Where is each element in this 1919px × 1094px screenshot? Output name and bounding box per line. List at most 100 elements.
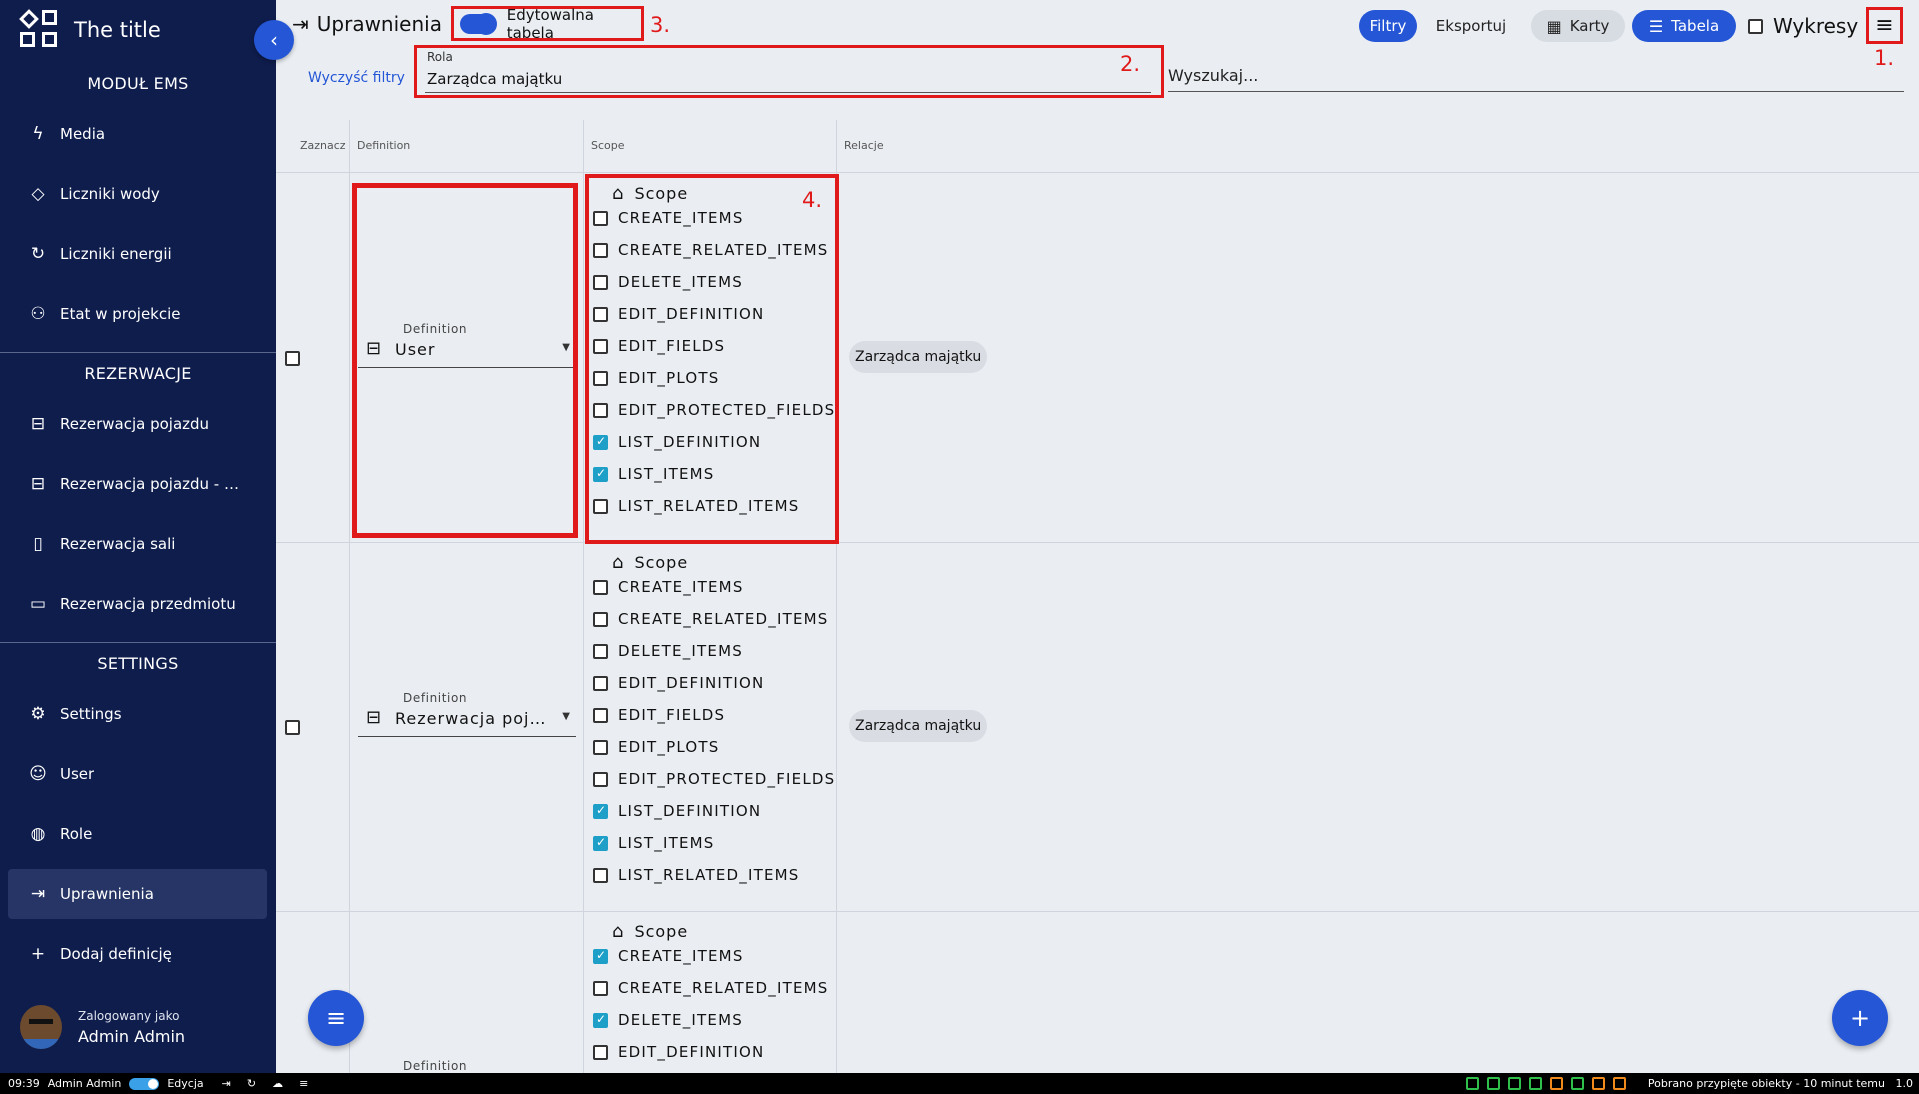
list-menu-fab[interactable]: ≡ (308, 990, 364, 1046)
scope-checkbox[interactable] (593, 707, 608, 723)
scope-option[interactable]: LIST_DEFINITION (593, 802, 761, 820)
filters-button[interactable]: Filtry (1359, 10, 1417, 42)
scope-option[interactable]: LIST_ITEMS (593, 465, 715, 483)
scope-option[interactable]: EDIT_PLOTS (593, 369, 719, 387)
charts-toggle[interactable]: Wykresy (1748, 14, 1858, 38)
scope-checkbox[interactable] (593, 338, 608, 354)
table-view-button[interactable]: ☰ Tabela (1632, 10, 1736, 42)
sidebar-item-rezerwacja-pojazdu-wniosek[interactable]: ⊟ Rezerwacja pojazdu - wniosek (8, 459, 267, 509)
menu-icon[interactable]: ≡ (299, 1077, 308, 1090)
scope-option[interactable]: DELETE_ITEMS (593, 273, 743, 291)
relation-chip[interactable]: Zarządca majątku (849, 710, 988, 742)
scope-checkbox[interactable] (593, 675, 608, 691)
scope-option[interactable]: LIST_DEFINITION (593, 433, 761, 451)
scope-option[interactable]: LIST_RELATED_ITEMS (593, 497, 799, 515)
scope-checkbox[interactable] (593, 274, 608, 290)
scope-option[interactable]: DELETE_ITEMS (593, 1011, 743, 1029)
menu-button[interactable]: ≡ (1866, 7, 1903, 44)
scope-checkbox[interactable] (593, 210, 608, 226)
row-select-checkbox[interactable] (285, 720, 300, 735)
scope-checkbox[interactable] (593, 1044, 608, 1060)
scope-option-label: CREATE_ITEMS (618, 947, 744, 965)
sidebar-item-uprawnienia[interactable]: ⇥ Uprawnienia (8, 869, 267, 919)
sidebar-item-settings[interactable]: ⚙ Settings (8, 689, 267, 739)
search-input[interactable]: Wyszukaj... (1168, 66, 1904, 92)
scope-option[interactable]: EDIT_FIELDS (593, 337, 725, 355)
scope-option[interactable]: EDIT_PLOTS (593, 738, 719, 756)
sidebar-item-rezerwacja-przedmiotu[interactable]: ▭ Rezerwacja przedmiotu (8, 579, 267, 629)
collapse-sidebar-button[interactable]: ‹ (254, 20, 294, 60)
scope-checkbox[interactable] (593, 370, 608, 386)
export-button[interactable]: Eksportuj (1428, 10, 1514, 42)
scope-checkbox[interactable] (593, 948, 608, 964)
scope-option[interactable]: CREATE_ITEMS (593, 578, 744, 596)
add-fab[interactable]: + (1832, 990, 1888, 1046)
scope-option[interactable]: CREATE_ITEMS (593, 947, 744, 965)
row-select-checkbox[interactable] (285, 351, 300, 366)
sidebar-item-user[interactable]: ☺ User (8, 749, 267, 799)
divider (0, 352, 276, 353)
scope-header: ⌂ Scope (612, 183, 688, 204)
scope-checkbox[interactable] (593, 643, 608, 659)
sidebar-item-etat-w-projekcie[interactable]: ⚇ Etat w projekcie (8, 289, 267, 339)
scope-option-label: EDIT_DEFINITION (618, 1043, 765, 1061)
edit-mode-toggle[interactable] (129, 1077, 160, 1090)
relation-chip[interactable]: Zarządca majątku (849, 341, 988, 373)
cards-view-button[interactable]: ▦ Karty (1531, 10, 1625, 42)
scope-checkbox[interactable] (593, 498, 608, 514)
header-scope: Scope (591, 139, 625, 152)
user-block[interactable]: Zalogowany jako Admin Admin (20, 1005, 185, 1049)
refresh-icon[interactable]: ↻ (247, 1077, 256, 1090)
editable-table-toggle[interactable]: Edytowalna tabela (451, 6, 644, 42)
scope-checkbox[interactable] (593, 579, 608, 595)
scope-checkbox[interactable] (593, 980, 608, 996)
cloud-icon[interactable]: ☁ (272, 1077, 283, 1090)
scope-option[interactable]: EDIT_PROTECTED_FIELDS (593, 401, 835, 419)
role-filter-field[interactable]: Rola Zarządca majątku 2. (414, 45, 1164, 98)
tag-icon: ⌂ (612, 183, 625, 204)
scope-option[interactable]: EDIT_FIELDS (593, 706, 725, 724)
login-icon[interactable]: ⇥ (222, 1077, 231, 1090)
scope-option[interactable]: CREATE_RELATED_ITEMS (593, 610, 829, 628)
scope-checkbox[interactable] (593, 771, 608, 787)
charts-label: Wykresy (1773, 14, 1859, 38)
scope-checkbox[interactable] (593, 242, 608, 258)
scope-checkbox[interactable] (593, 434, 608, 450)
sidebar-item-media[interactable]: ϟ Media (8, 109, 267, 159)
scope-checkbox[interactable] (593, 1012, 608, 1028)
clear-filters-link[interactable]: Wyczyść filtry (308, 70, 405, 86)
sidebar-item-rezerwacja-sali[interactable]: ▯ Rezerwacja sali (8, 519, 267, 569)
scope-checkbox[interactable] (593, 402, 608, 418)
sidebar-item-liczniki-energii[interactable]: ↻ Liczniki energii (8, 229, 267, 279)
sidebar-item-liczniki-wody[interactable]: ◇ Liczniki wody (8, 169, 267, 219)
scope-option[interactable]: EDIT_DEFINITION (593, 305, 764, 323)
scope-option[interactable]: EDIT_DEFINITION (593, 1043, 764, 1061)
scope-option[interactable]: CREATE_RELATED_ITEMS (593, 979, 829, 997)
scope-checkbox[interactable] (593, 466, 608, 482)
sidebar-item-rezerwacja-pojazdu[interactable]: ⊟ Rezerwacja pojazdu (8, 399, 267, 449)
scope-option[interactable]: DELETE_ITEMS (593, 642, 743, 660)
scope-option[interactable]: EDIT_DEFINITION (593, 674, 764, 692)
scope-option[interactable]: EDIT_PROTECTED_FIELDS (593, 770, 835, 788)
scope-checkbox[interactable] (593, 306, 608, 322)
scope-option[interactable]: CREATE_ITEMS (593, 209, 744, 227)
avatar (20, 1005, 62, 1049)
scope-checkbox[interactable] (593, 803, 608, 819)
scope-option[interactable]: LIST_RELATED_ITEMS (593, 866, 799, 884)
scope-option[interactable]: LIST_ITEMS (593, 834, 715, 852)
scope-checkbox[interactable] (593, 739, 608, 755)
status-message-text: Pobrano przypięte obiekty - 10 minut tem… (1647, 1077, 1885, 1090)
app-logo[interactable]: The title (19, 9, 161, 50)
scope-checkbox[interactable] (593, 867, 608, 883)
scope-option-label: LIST_ITEMS (618, 465, 715, 483)
definition-select[interactable]: Definition (358, 1055, 576, 1073)
scope-checkbox[interactable] (593, 611, 608, 627)
sidebar-item-dodaj-definicje[interactable]: + Dodaj definicję (8, 929, 267, 979)
sidebar-item-role[interactable]: ◍ Role (8, 809, 267, 859)
scope-checkbox[interactable] (593, 835, 608, 851)
scope-option[interactable]: CREATE_RELATED_ITEMS (593, 241, 829, 259)
scope-option-label: EDIT_PROTECTED_FIELDS (618, 770, 836, 788)
charts-checkbox[interactable] (1748, 18, 1763, 34)
toggle-switch[interactable] (460, 12, 497, 35)
definition-select[interactable]: ⊟ Definition Rezerwacja pojazdu ▼ (358, 687, 576, 737)
